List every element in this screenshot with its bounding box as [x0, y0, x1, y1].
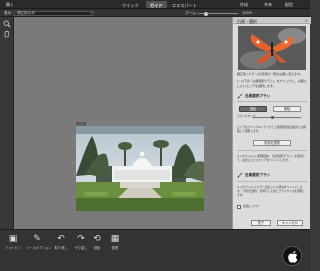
conservatory-photo — [76, 126, 204, 211]
bw-brush-label-1: 白黒選択ブラシ — [245, 94, 271, 98]
step2-text: 2. (オプション) 選択範囲に「白黒選択ブラシ」を使用して、白黒にしたいエリア… — [237, 154, 306, 162]
organizer-icon: ▦ — [110, 234, 120, 244]
photo-bin-icon: ▣ — [8, 234, 18, 244]
bottom-taskbar: ▣ フォトビン ✎ ツールオプション ↶ 取り消し ↷ やり直し ⟲ 回転 ▦ … — [0, 229, 310, 271]
organizer-button[interactable]: ▦ 整理 — [104, 234, 126, 250]
undo-label: 取り消し — [54, 246, 68, 250]
undo-button[interactable]: ↶ 取り消し — [50, 234, 72, 250]
butterfly-image — [238, 26, 306, 70]
left-toolbar — [0, 17, 14, 229]
view-toolbar: 表示: 補正前のみ ▾ ズーム: 100% — [0, 9, 310, 17]
invert-checkbox[interactable] — [237, 205, 241, 209]
add-button-label: 追加 — [249, 107, 257, 111]
create-menu[interactable]: 作成 — [240, 2, 248, 8]
photo-bin-label: フォトビン — [5, 246, 21, 250]
bw-brush-row-1[interactable]: 白黒選択ブラシ — [237, 93, 307, 99]
intro-text: 補正後 (カラー)の写真の一部を白黒に変えます。 — [237, 72, 303, 76]
select-background-label: 背景を選択 — [264, 141, 280, 145]
brush-icon — [237, 172, 243, 178]
brush-size-handle[interactable] — [270, 116, 274, 119]
view-select[interactable]: 補正前のみ ▾ — [14, 10, 94, 16]
divider — [237, 181, 307, 182]
tab-expert[interactable]: エキスパート — [168, 1, 201, 8]
zoom-label: ズーム: — [185, 11, 197, 15]
step1-text: 1. 以下の「白黒選択ブラシ」をクリックし、白黒にしたいエリアを選択します。 — [237, 79, 307, 88]
tool-options-icon: ✎ — [33, 234, 41, 244]
zoom-value: 100% — [242, 11, 253, 15]
tab-quick[interactable]: クイック — [118, 1, 143, 8]
done-button[interactable]: 完了 — [251, 220, 271, 226]
invert-label: 反転レイヤー — [243, 204, 261, 208]
top-menu-bar: 開く クイック ガイド エキスパート 作成 共有 配信 — [0, 0, 310, 9]
divider — [237, 150, 307, 151]
select-background-button[interactable]: 背景を選択 — [253, 140, 291, 146]
photo-image[interactable] — [76, 126, 204, 211]
panel-header: 白黒 - 選択 × — [233, 17, 311, 24]
zoom-tool-icon[interactable] — [3, 20, 11, 28]
hint-text: エリアをクリック&ドラッグして選択範囲を追加または削除して調整します。 — [237, 125, 307, 133]
view-select-value: 補正前のみ — [17, 10, 35, 15]
panel-title: 白黒 - 選択 — [237, 18, 257, 24]
share-menu[interactable]: 共有 — [264, 2, 272, 8]
open-menu[interactable]: 開く — [6, 2, 14, 8]
cancel-label: キャンセル — [282, 221, 298, 225]
photo-canvas[interactable]: 補正後 — [14, 17, 232, 229]
guided-edit-panel: 白黒 - 選択 × 補正後 (カラー)の写真の一部を白黒に変えます。 1. 以下… — [232, 17, 311, 229]
view-label: 表示: — [4, 11, 13, 15]
done-label: 完了 — [257, 221, 265, 225]
chevron-down-icon: ▾ — [90, 10, 92, 15]
organizer-label: 整理 — [111, 246, 119, 250]
brush-icon — [237, 93, 243, 99]
tab-guided[interactable]: ガイド — [146, 1, 167, 8]
publish-menu[interactable]: 配信 — [285, 2, 293, 8]
apple-logo-icon — [288, 251, 298, 263]
example-thumbnail — [238, 26, 306, 70]
remove-button-label: 削除 — [283, 107, 291, 111]
remove-button[interactable]: 削除 — [273, 106, 301, 112]
hand-tool-icon[interactable] — [3, 30, 11, 38]
brush-size-slider[interactable] — [253, 117, 301, 118]
zoom-slider-handle[interactable] — [204, 11, 208, 16]
bw-brush-label-2: 白黒選択ブラシ — [245, 173, 271, 177]
tool-options-button[interactable]: ✎ ツールオプション — [26, 234, 52, 250]
undo-icon: ↶ — [57, 234, 65, 244]
bw-brush-row-2[interactable]: 白黒選択ブラシ — [237, 172, 307, 178]
photo-bin-button[interactable]: ▣ フォトビン — [2, 234, 24, 250]
close-icon[interactable]: × — [305, 18, 308, 23]
step3-text: 3. (オプション) カラーの戻したい部分をペイントします。「背景を選択」を押下… — [237, 185, 306, 197]
divider — [237, 101, 307, 102]
cancel-button[interactable]: キャンセル — [277, 220, 303, 226]
tool-options-label: ツールオプション — [26, 246, 52, 250]
add-button[interactable]: 追加 — [239, 106, 267, 112]
apple-logo-watermark — [282, 246, 302, 266]
